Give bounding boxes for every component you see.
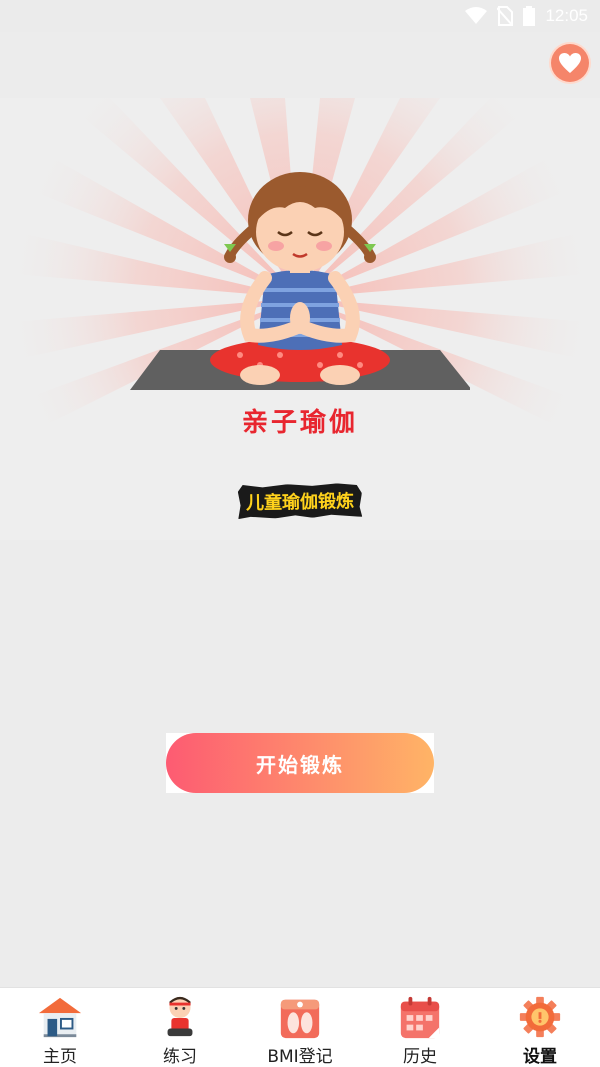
nav-label-home: 主页: [43, 1047, 77, 1067]
nav-label-practice: 练习: [163, 1047, 197, 1067]
battery-icon: [523, 6, 536, 26]
app-subtitle: 儿童瑜伽锻炼: [238, 483, 363, 519]
nav-label-history: 历史: [403, 1047, 437, 1067]
home-icon: [38, 997, 82, 1038]
heart-icon: [559, 53, 581, 73]
start-exercise-button[interactable]: 开始锻炼: [166, 733, 434, 793]
start-button-container: 开始锻炼: [166, 733, 434, 793]
hero-banner: 亲子瑜伽 儿童瑜伽锻炼: [0, 98, 600, 540]
nav-item-home[interactable]: 主页: [0, 988, 120, 1067]
wifi-icon: [465, 7, 488, 24]
subtitle-wrap: 儿童瑜伽锻炼: [0, 484, 600, 518]
nav-item-practice[interactable]: 练习: [120, 988, 240, 1067]
nav-item-history[interactable]: 历史: [360, 988, 480, 1067]
nav-label-settings: 设置: [523, 1047, 557, 1067]
gear-icon: [519, 996, 561, 1038]
status-time: 12:05: [545, 6, 588, 25]
nav-label-bmi: BMI登记: [267, 1047, 333, 1067]
favorite-button[interactable]: [551, 44, 589, 82]
practice-icon: [167, 996, 193, 1037]
app-title: 亲子瑜伽: [241, 408, 358, 438]
nav-item-settings[interactable]: 设置: [480, 988, 600, 1067]
scale-icon: [280, 999, 320, 1039]
calendar-icon: [400, 996, 440, 1039]
nav-item-bmi[interactable]: BMI登记: [240, 988, 360, 1067]
status-bar: 12:05: [0, 0, 600, 32]
no-sim-icon: [497, 6, 514, 26]
bottom-nav: 主页 练习 BMI登记 历史 设置: [0, 987, 600, 1067]
